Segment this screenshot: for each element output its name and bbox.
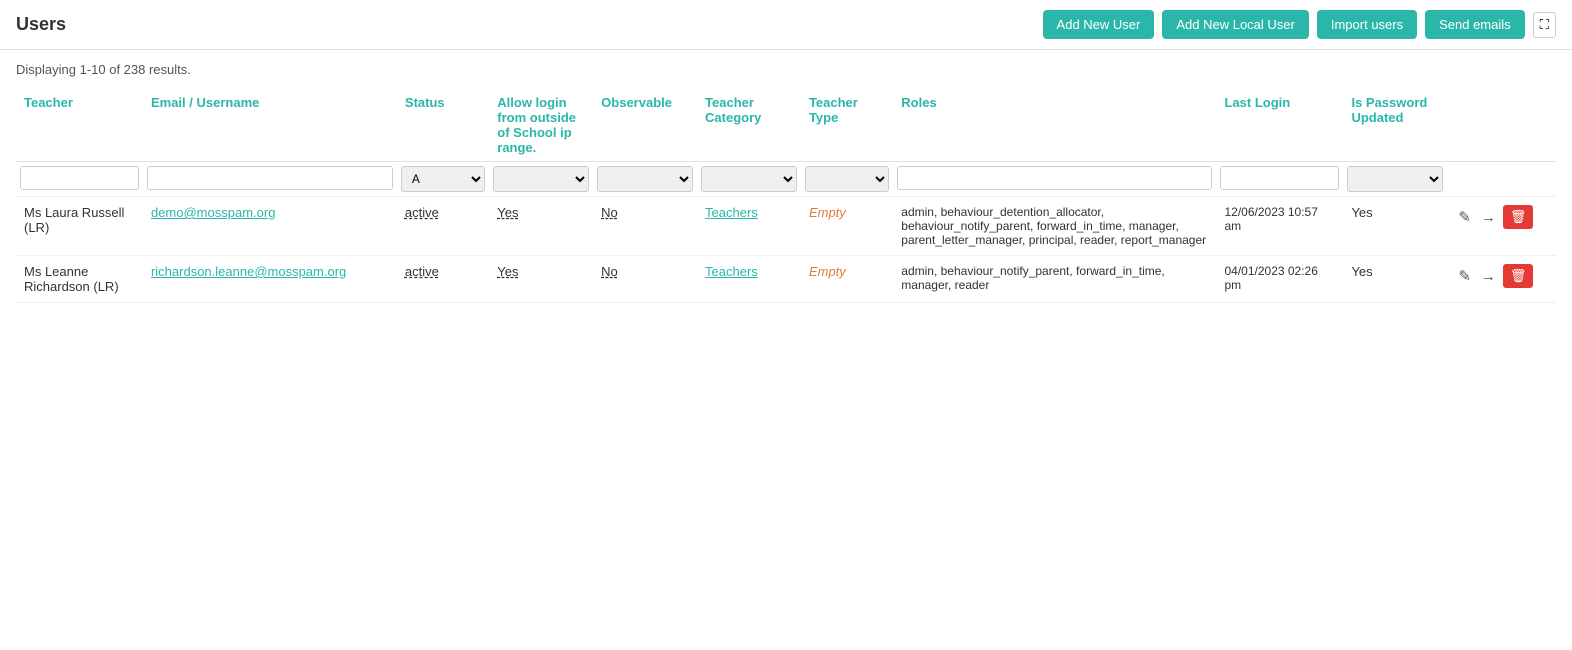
cell-teacher-category: Teachers bbox=[697, 197, 801, 256]
filter-email bbox=[143, 162, 397, 197]
col-header-teacher-category: Teacher Category bbox=[697, 89, 801, 162]
email-link[interactable]: demo@mosspam.org bbox=[151, 205, 275, 220]
cell-roles: admin, behaviour_notify_parent, forward_… bbox=[893, 256, 1216, 303]
table-row: Ms Leanne Richardson (LR) richardson.lea… bbox=[16, 256, 1556, 303]
col-header-status: Status bbox=[397, 89, 489, 162]
col-header-observable: Observable bbox=[593, 89, 697, 162]
allow-login-value: Yes bbox=[497, 205, 518, 220]
filter-type bbox=[801, 162, 893, 197]
filter-login-input[interactable] bbox=[1220, 166, 1339, 190]
filter-password-select[interactable]: Yes No bbox=[1347, 166, 1443, 192]
delete-button[interactable]: 🗑 bbox=[1503, 205, 1534, 229]
top-bar: Users Add New User Add New Local User Im… bbox=[0, 0, 1572, 50]
cell-allow-login: Yes bbox=[489, 197, 593, 256]
filter-allow-select[interactable]: Yes No bbox=[493, 166, 589, 192]
cell-teacher-category: Teachers bbox=[697, 256, 801, 303]
filter-category bbox=[697, 162, 801, 197]
filter-category-select[interactable] bbox=[701, 166, 797, 192]
cell-last-login: 04/01/2023 02:26 pm bbox=[1216, 256, 1343, 303]
filter-roles bbox=[893, 162, 1216, 197]
col-header-roles: Roles bbox=[893, 89, 1216, 162]
filter-row: A I Yes No Yes No bbox=[16, 162, 1556, 197]
email-link[interactable]: richardson.leanne@mosspam.org bbox=[151, 264, 346, 279]
teacher-category-value[interactable]: Teachers bbox=[705, 205, 758, 220]
edit-button[interactable]: ✎ bbox=[1455, 205, 1474, 229]
edit-button[interactable]: ✎ bbox=[1455, 264, 1474, 288]
filter-roles-input[interactable] bbox=[897, 166, 1212, 190]
observable-value: No bbox=[601, 264, 618, 279]
filter-password: Yes No bbox=[1343, 162, 1447, 197]
col-header-password-updated: Is Password Updated bbox=[1343, 89, 1447, 162]
expand-button[interactable]: ⛶ bbox=[1533, 12, 1556, 38]
status-badge: active bbox=[405, 205, 439, 220]
page-title: Users bbox=[16, 14, 66, 35]
cell-password-updated: Yes bbox=[1343, 256, 1447, 303]
main-content: Displaying 1-10 of 238 results. Teacher … bbox=[0, 50, 1572, 315]
cell-last-login: 12/06/2023 10:57 am bbox=[1216, 197, 1343, 256]
cell-email: demo@mosspam.org bbox=[143, 197, 397, 256]
login-as-button[interactable]: → bbox=[1478, 206, 1499, 229]
filter-teacher bbox=[16, 162, 143, 197]
cell-observable: No bbox=[593, 197, 697, 256]
cell-teacher-type: Empty bbox=[801, 256, 893, 303]
cell-teacher: Ms Laura Russell (LR) bbox=[16, 197, 143, 256]
delete-button[interactable]: 🗑 bbox=[1503, 264, 1534, 288]
users-table: Teacher Email / Username Status Allow lo… bbox=[16, 89, 1556, 303]
filter-observable-select[interactable]: Yes No bbox=[597, 166, 693, 192]
filter-email-input[interactable] bbox=[147, 166, 393, 190]
table-header-row: Teacher Email / Username Status Allow lo… bbox=[16, 89, 1556, 162]
filter-allow: Yes No bbox=[489, 162, 593, 197]
filter-login bbox=[1216, 162, 1343, 197]
result-count: Displaying 1-10 of 238 results. bbox=[16, 62, 1556, 77]
cell-teacher-type: Empty bbox=[801, 197, 893, 256]
import-users-button[interactable]: Import users bbox=[1317, 10, 1417, 39]
send-emails-button[interactable]: Send emails bbox=[1425, 10, 1525, 39]
add-new-local-user-button[interactable]: Add New Local User bbox=[1162, 10, 1309, 39]
cell-actions: ✎ → 🗑 bbox=[1447, 256, 1556, 303]
col-header-actions bbox=[1447, 89, 1556, 162]
teacher-type-value: Empty bbox=[809, 205, 846, 220]
col-header-teacher[interactable]: Teacher bbox=[16, 89, 143, 162]
col-header-allow-login[interactable]: Allow login from outside of School ip ra… bbox=[489, 89, 593, 162]
filter-actions-empty bbox=[1447, 162, 1556, 197]
add-new-user-button[interactable]: Add New User bbox=[1043, 10, 1155, 39]
filter-status-select[interactable]: A I bbox=[401, 166, 485, 192]
cell-status: active bbox=[397, 197, 489, 256]
cell-password-updated: Yes bbox=[1343, 197, 1447, 256]
cell-roles: admin, behaviour_detention_allocator, be… bbox=[893, 197, 1216, 256]
top-bar-actions: Add New User Add New Local User Import u… bbox=[1043, 10, 1556, 39]
status-badge: active bbox=[405, 264, 439, 279]
filter-teacher-input[interactable] bbox=[20, 166, 139, 190]
col-header-teacher-type[interactable]: Teacher Type bbox=[801, 89, 893, 162]
col-header-last-login: Last Login bbox=[1216, 89, 1343, 162]
col-header-email[interactable]: Email / Username bbox=[143, 89, 397, 162]
filter-status: A I bbox=[397, 162, 489, 197]
filter-observable: Yes No bbox=[593, 162, 697, 197]
teacher-type-value: Empty bbox=[809, 264, 846, 279]
cell-allow-login: Yes bbox=[489, 256, 593, 303]
teacher-category-value[interactable]: Teachers bbox=[705, 264, 758, 279]
table-row: Ms Laura Russell (LR) demo@mosspam.org a… bbox=[16, 197, 1556, 256]
observable-value: No bbox=[601, 205, 618, 220]
cell-teacher: Ms Leanne Richardson (LR) bbox=[16, 256, 143, 303]
cell-observable: No bbox=[593, 256, 697, 303]
cell-status: active bbox=[397, 256, 489, 303]
login-as-button[interactable]: → bbox=[1478, 265, 1499, 288]
cell-email: richardson.leanne@mosspam.org bbox=[143, 256, 397, 303]
filter-type-select[interactable] bbox=[805, 166, 889, 192]
allow-login-value: Yes bbox=[497, 264, 518, 279]
cell-actions: ✎ → 🗑 bbox=[1447, 197, 1556, 256]
